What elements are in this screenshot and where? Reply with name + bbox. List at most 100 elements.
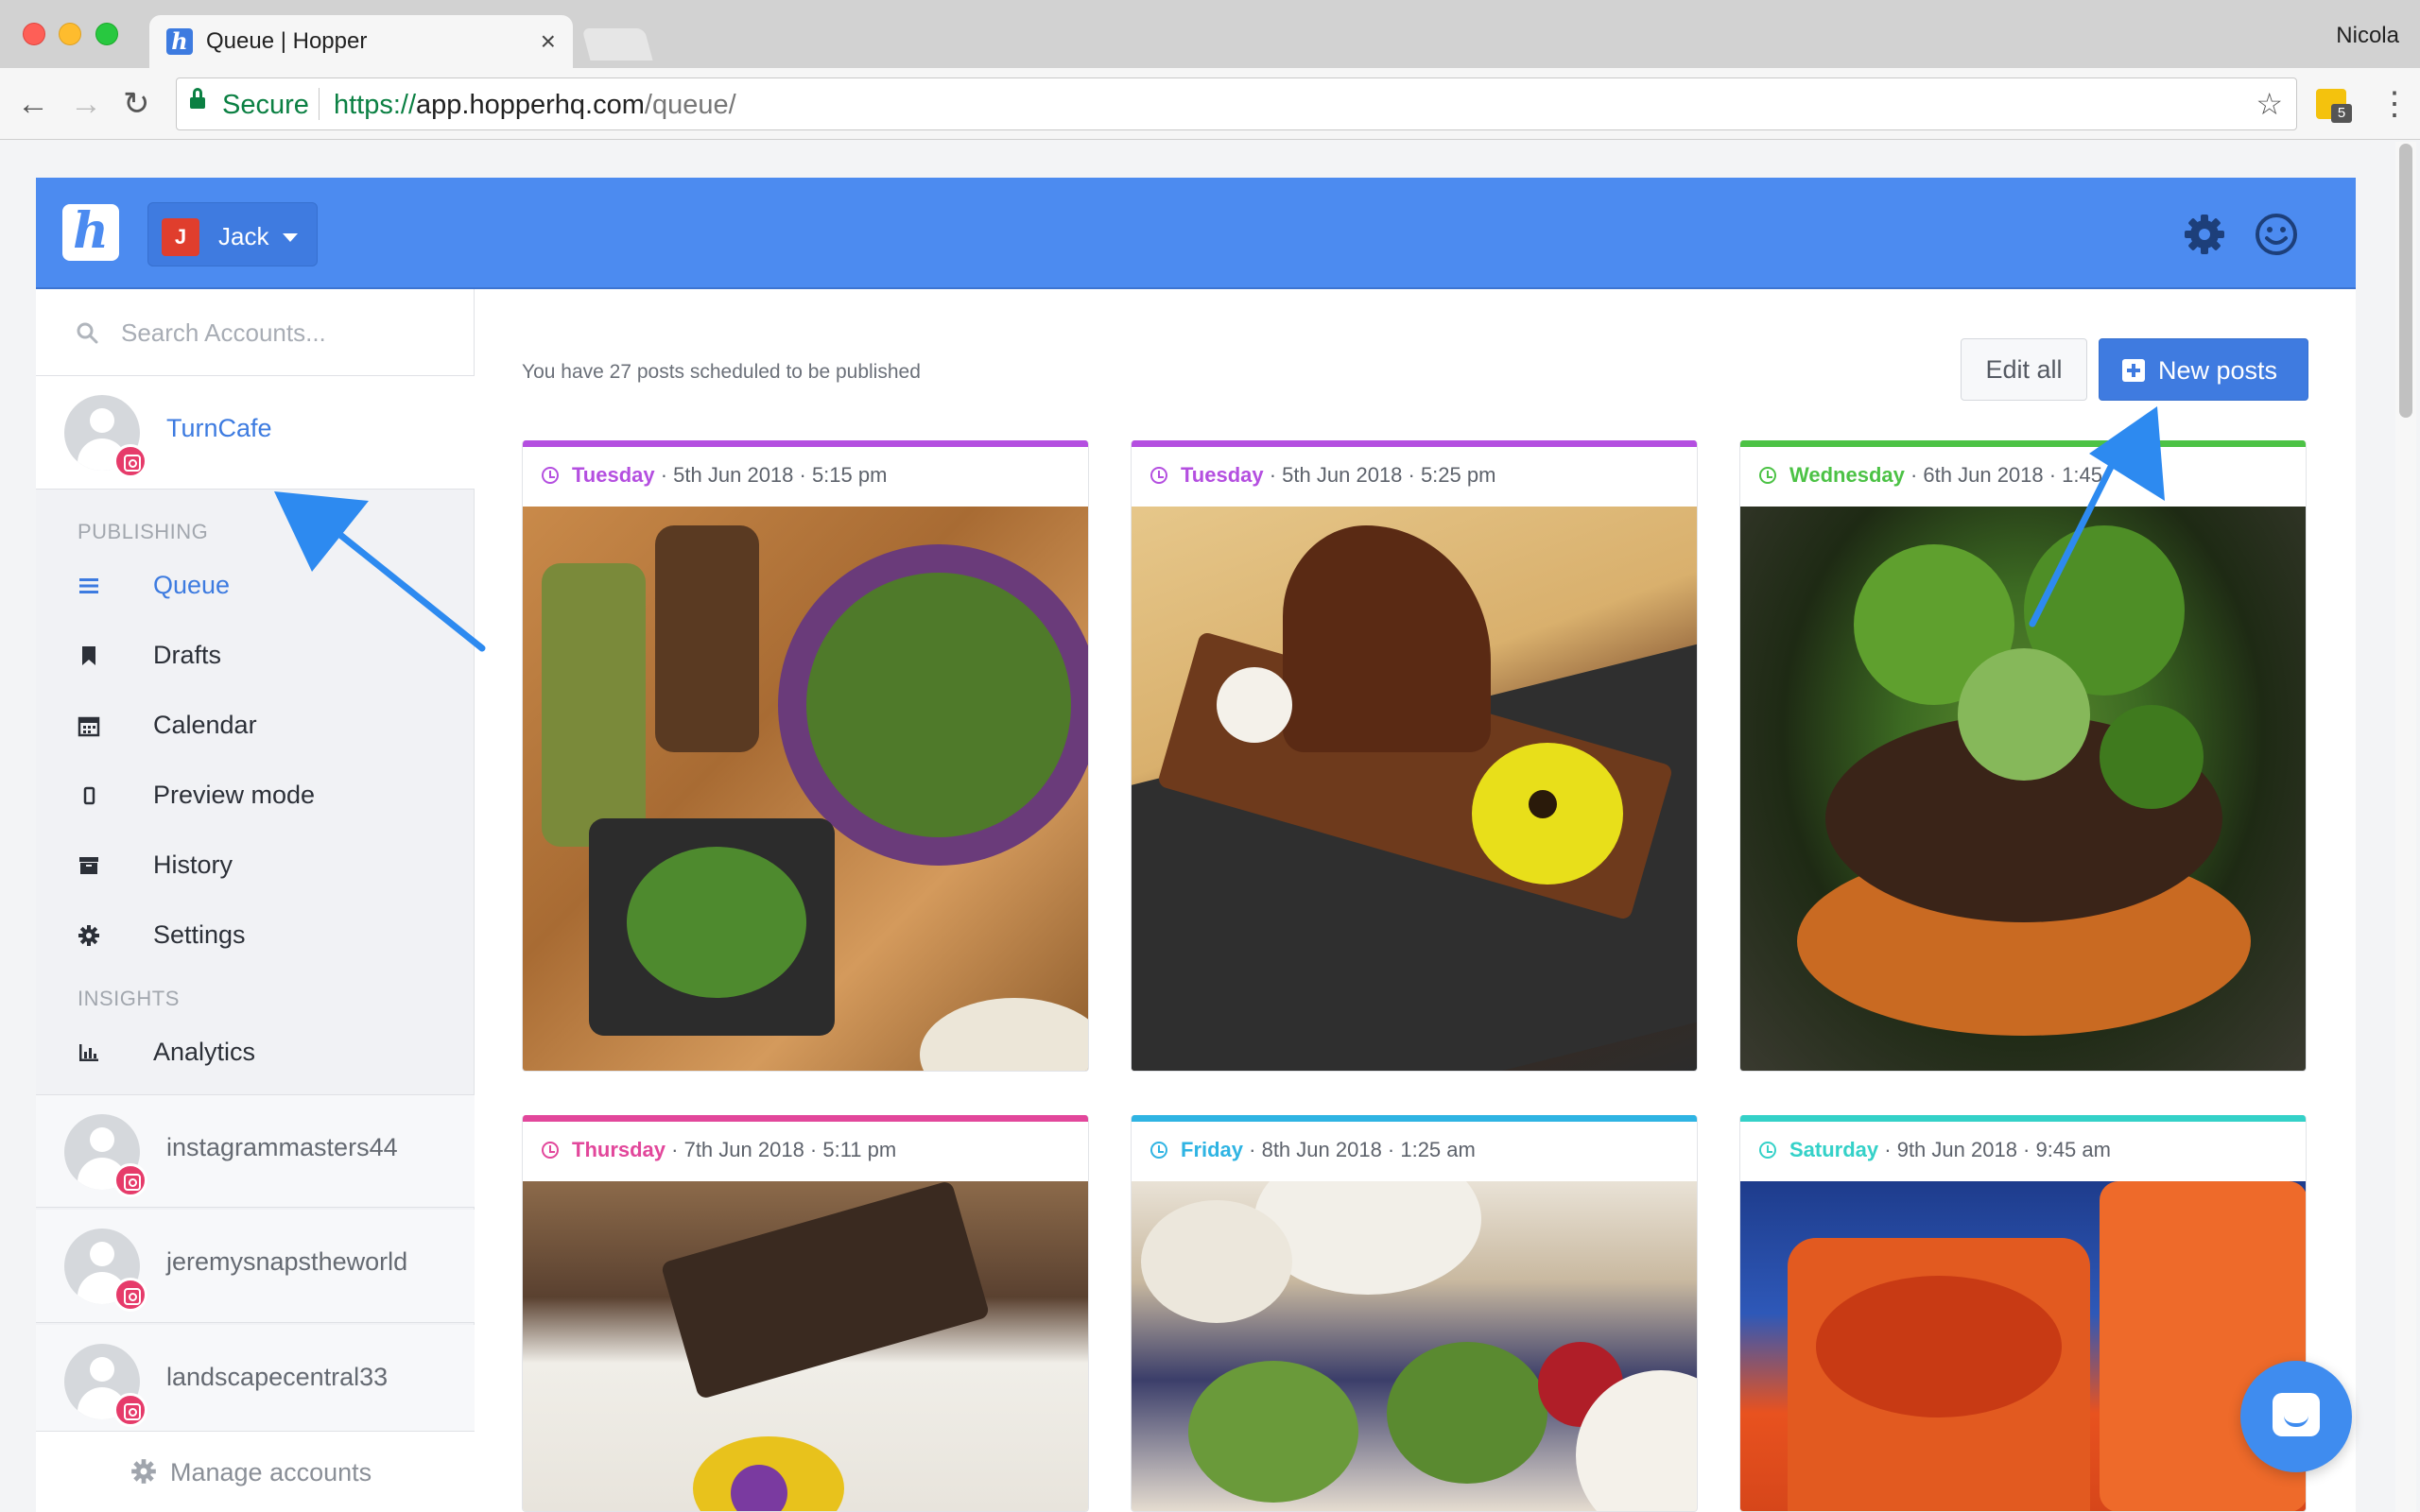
extension-badge: 5 [2331, 104, 2352, 123]
clock-icon [1759, 467, 1776, 484]
caret-down-icon [283, 233, 298, 242]
post-card[interactable]: Friday · 8th Jun 2018 · 1:25 am [1131, 1115, 1698, 1512]
tab-close-icon[interactable]: × [541, 26, 556, 57]
chat-icon [2273, 1393, 2320, 1436]
address-bar[interactable]: Secure https://app.hopperhq.com/queue/ ☆ [176, 77, 2297, 130]
bookmark-icon [82, 646, 95, 665]
annotation-arrow-icon [2029, 406, 2165, 627]
clock-icon [542, 1142, 559, 1159]
sidebar-item-label: History [153, 850, 233, 879]
publishing-section-label: PUBLISHING [78, 520, 209, 543]
archive-icon [79, 857, 98, 874]
search-accounts-input[interactable] [121, 310, 442, 355]
browser-tab-bar: h Queue | Hopper × Nicola [0, 0, 2420, 68]
post-color-bar [1132, 1115, 1697, 1122]
hopper-logo[interactable]: h [62, 204, 119, 261]
post-schedule: Friday · 8th Jun 2018 · 1:25 am [1150, 1138, 1476, 1162]
app-header: h J Jack [36, 178, 2356, 289]
post-card[interactable]: Tuesday · 5th Jun 2018 · 5:15 pm [522, 440, 1089, 1072]
post-image[interactable] [523, 1181, 1088, 1511]
url-text[interactable]: https://app.hopperhq.com/queue/ [334, 90, 736, 121]
post-image[interactable] [1740, 1181, 2306, 1511]
sidebar-item-calendar[interactable]: Calendar [78, 703, 456, 748]
hopper-favicon-icon: h [166, 28, 193, 55]
account-avatar: J [162, 218, 199, 256]
post-card[interactable]: Saturday · 9th Jun 2018 · 9:45 am [1739, 1115, 2307, 1512]
annotation-arrow-icon [274, 491, 486, 652]
account-name-label: instagrammasters44 [166, 1133, 398, 1161]
post-image[interactable] [523, 507, 1088, 1071]
sidebar-item-preview-mode[interactable]: Preview mode [78, 773, 456, 818]
window-zoom-button[interactable] [95, 23, 118, 45]
edit-all-button[interactable]: Edit all [1961, 338, 2087, 401]
instagram-icon [113, 1278, 147, 1312]
new-tab-button[interactable] [581, 28, 653, 60]
post-color-bar [1132, 440, 1697, 447]
instagram-icon [113, 1163, 147, 1197]
account-switcher-button[interactable]: J Jack [147, 202, 318, 266]
sidebar-item-label: Analytics [153, 1038, 256, 1066]
reload-icon[interactable]: ↻ [123, 85, 150, 123]
post-color-bar [1740, 1115, 2306, 1122]
post-schedule: Tuesday · 5th Jun 2018 · 5:25 pm [1150, 463, 1495, 488]
browser-tab-active[interactable]: h Queue | Hopper × [149, 15, 573, 68]
forward-arrow-icon[interactable]: → [70, 85, 102, 123]
clock-icon [542, 467, 559, 484]
sidebar-item-settings[interactable]: Settings [78, 913, 456, 958]
gear-icon[interactable] [2182, 212, 2227, 257]
sidebar-item-label: Preview mode [153, 781, 316, 809]
window-minimize-button[interactable] [59, 23, 81, 45]
manage-accounts-link[interactable]: Manage accounts [36, 1431, 475, 1512]
clock-icon [1150, 467, 1167, 484]
post-schedule: Saturday · 9th Jun 2018 · 9:45 am [1759, 1138, 2111, 1162]
account-name: Jack [218, 222, 269, 250]
account-row-jeremysnapstheworld[interactable]: jeremysnapstheworld [36, 1210, 475, 1323]
sidebar-item-analytics[interactable]: Analytics [78, 1030, 456, 1075]
smiley-icon[interactable] [2254, 212, 2299, 257]
scheduled-count-text: You have 27 posts scheduled to be publis… [522, 361, 921, 383]
browser-toolbar: ← → ↻ Secure https://app.hopperhq.com/qu… [0, 68, 2420, 140]
account-search-box [36, 289, 475, 376]
post-image[interactable] [1132, 1181, 1697, 1511]
sidebar-item-label: Calendar [153, 711, 257, 739]
url-separator [319, 88, 320, 120]
clock-icon [1150, 1142, 1167, 1159]
search-icon [77, 322, 98, 344]
account-row-landscapecentral33[interactable]: landscapecentral33 [36, 1325, 475, 1438]
sidebar-item-label: Settings [153, 920, 246, 949]
new-posts-button[interactable]: New posts [2099, 338, 2308, 401]
lock-icon [190, 88, 205, 111]
page-scrollbar-thumb[interactable] [2399, 144, 2412, 418]
back-arrow-icon[interactable]: ← [17, 85, 49, 123]
account-row-instagrammasters44[interactable]: instagrammasters44 [36, 1094, 475, 1208]
tab-title: Queue | Hopper [206, 28, 368, 54]
instagram-icon [113, 1393, 147, 1427]
account-name-label: jeremysnapstheworld [166, 1247, 408, 1276]
plus-square-icon [2122, 359, 2145, 382]
phone-icon [83, 786, 95, 805]
post-schedule: Tuesday · 5th Jun 2018 · 5:15 pm [542, 463, 887, 488]
account-name-label: TurnCafe [166, 414, 272, 442]
clock-icon [1759, 1142, 1776, 1159]
manage-accounts-label: Manage accounts [170, 1458, 372, 1486]
instagram-icon [113, 444, 147, 478]
secure-label: Secure [222, 90, 309, 120]
browser-menu-icon[interactable]: ⋮ [2378, 85, 2411, 123]
gear-icon [131, 1459, 156, 1484]
calendar-icon [78, 716, 100, 737]
list-icon [79, 578, 98, 593]
bar-chart-icon [79, 1044, 98, 1061]
bookmark-star-icon[interactable]: ☆ [2256, 86, 2283, 122]
browser-profile-name[interactable]: Nicola [2336, 23, 2399, 49]
sidebar-item-label: Queue [153, 571, 231, 599]
chat-launcher-button[interactable] [2240, 1361, 2352, 1472]
post-schedule: Thursday · 7th Jun 2018 · 5:11 pm [542, 1138, 896, 1162]
gear-icon [78, 925, 99, 946]
post-color-bar [523, 440, 1088, 447]
window-close-button[interactable] [23, 23, 45, 45]
post-card[interactable]: Tuesday · 5th Jun 2018 · 5:25 pm [1131, 440, 1698, 1072]
sidebar-item-label: Drafts [153, 641, 222, 669]
post-image[interactable] [1132, 507, 1697, 1071]
post-card[interactable]: Thursday · 7th Jun 2018 · 5:11 pm [522, 1115, 1089, 1512]
sidebar-item-history[interactable]: History [78, 843, 456, 888]
